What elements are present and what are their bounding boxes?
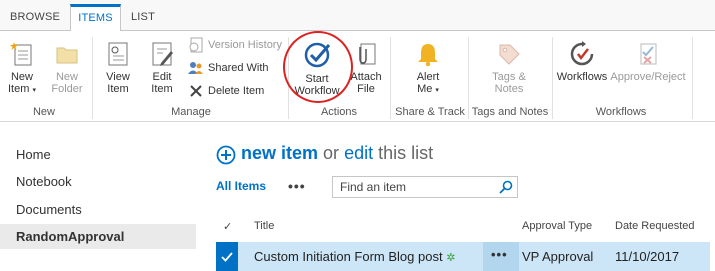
row-checkbox[interactable]: [216, 242, 238, 271]
group-separator: [692, 37, 693, 119]
new-item-link[interactable]: new item: [241, 143, 318, 163]
attach-file-label: Attach File: [350, 71, 382, 95]
ribbon: New Item ▾ New Folder New View Item Edit…: [0, 31, 715, 122]
nav-item-home[interactable]: Home: [16, 147, 51, 162]
plus-circle-icon[interactable]: [216, 145, 236, 165]
tab-list[interactable]: LIST: [121, 4, 165, 32]
row-approval-type: VP Approval: [522, 249, 594, 264]
row-date-requested: 11/10/2017: [615, 249, 680, 264]
view-item-label: View Item: [106, 71, 130, 95]
new-item-label: New Item: [8, 71, 33, 95]
or-text: or: [323, 143, 340, 163]
nav-item-notebook[interactable]: Notebook: [16, 174, 72, 189]
view-item-button[interactable]: View Item: [100, 41, 136, 95]
this-list-text: this list: [378, 143, 434, 163]
ribbon-tab-bar: BROWSE ITEMS LIST: [0, 0, 715, 32]
workflows-button[interactable]: Workflows: [554, 41, 610, 83]
group-label-actions: Actions: [320, 106, 358, 118]
nav-item-documents[interactable]: Documents: [16, 202, 82, 217]
edit-item-icon: [152, 42, 173, 66]
new-item-icon: [10, 42, 32, 66]
row-title-link[interactable]: Custom Initiation Form Blog post: [254, 249, 443, 264]
bell-icon: [418, 44, 438, 67]
group-separator: [92, 37, 93, 119]
view-options-ellipsis[interactable]: •••: [288, 178, 306, 194]
new-folder-label: New Folder: [51, 71, 83, 95]
version-history-label: Version History: [208, 39, 282, 51]
view-all-items[interactable]: All Items: [216, 179, 266, 193]
delete-icon: [190, 85, 202, 97]
column-header-title[interactable]: Title: [254, 220, 274, 232]
column-header-date-requested[interactable]: Date Requested: [615, 220, 695, 232]
table-row[interactable]: Custom Initiation Form Blog post ✲ ••• V…: [216, 242, 710, 271]
approve-reject-button[interactable]: Approve/Reject: [610, 41, 686, 83]
new-item-button[interactable]: New Item ▾: [3, 41, 41, 97]
tab-items[interactable]: ITEMS: [70, 4, 121, 32]
shared-with-label: Shared With: [208, 62, 269, 74]
group-label-new: New: [32, 106, 55, 118]
edit-item-button[interactable]: Edit Item: [144, 41, 180, 95]
shared-with-button[interactable]: Shared With: [188, 59, 288, 77]
search-icon[interactable]: [499, 180, 513, 194]
edit-list-link[interactable]: edit: [344, 143, 373, 163]
alert-me-button[interactable]: Alert Me ▾: [408, 41, 448, 97]
version-history-button[interactable]: Version History: [188, 36, 288, 54]
highlight-circle: [283, 31, 353, 103]
edit-item-label: Edit Item: [151, 71, 173, 95]
group-label-manage: Manage: [171, 106, 211, 118]
workflows-label: Workflows: [556, 71, 608, 83]
new-folder-button[interactable]: New Folder: [48, 41, 86, 95]
delete-item-button[interactable]: Delete Item: [188, 82, 288, 100]
group-label-workflows: Workflows: [595, 106, 647, 118]
column-header-approval-type[interactable]: Approval Type: [522, 220, 592, 232]
version-history-icon: [189, 37, 203, 53]
group-label-tags-notes: Tags and Notes: [471, 106, 549, 118]
search-box: [332, 176, 518, 198]
search-input[interactable]: [333, 177, 493, 197]
group-label-share-track: Share & Track: [395, 106, 465, 118]
group-separator: [552, 37, 553, 119]
nav-item-randomapproval[interactable]: RandomApproval: [16, 229, 124, 244]
folder-icon: [56, 47, 78, 64]
tags-notes-button[interactable]: Tags & Notes: [484, 41, 534, 95]
group-separator: [468, 37, 469, 119]
group-separator: [390, 37, 391, 119]
row-ellipsis-button[interactable]: •••: [483, 242, 519, 271]
approve-reject-label: Approve/Reject: [610, 71, 686, 83]
checkmark-icon: [221, 252, 233, 262]
new-item-marker-icon: ✲: [446, 252, 456, 264]
paperclip-icon: [359, 43, 376, 65]
tags-icon: [499, 44, 520, 65]
workflows-icon: [570, 41, 594, 66]
tags-notes-label: Tags & Notes: [492, 71, 526, 95]
select-all-checkmark[interactable]: ✓: [223, 220, 232, 233]
row-ellipsis-icon: •••: [491, 247, 508, 262]
approve-reject-icon: [640, 43, 657, 65]
delete-item-label: Delete Item: [208, 85, 265, 97]
tab-browse[interactable]: BROWSE: [0, 4, 70, 32]
view-item-icon: [108, 42, 128, 66]
users-icon: [188, 62, 203, 74]
